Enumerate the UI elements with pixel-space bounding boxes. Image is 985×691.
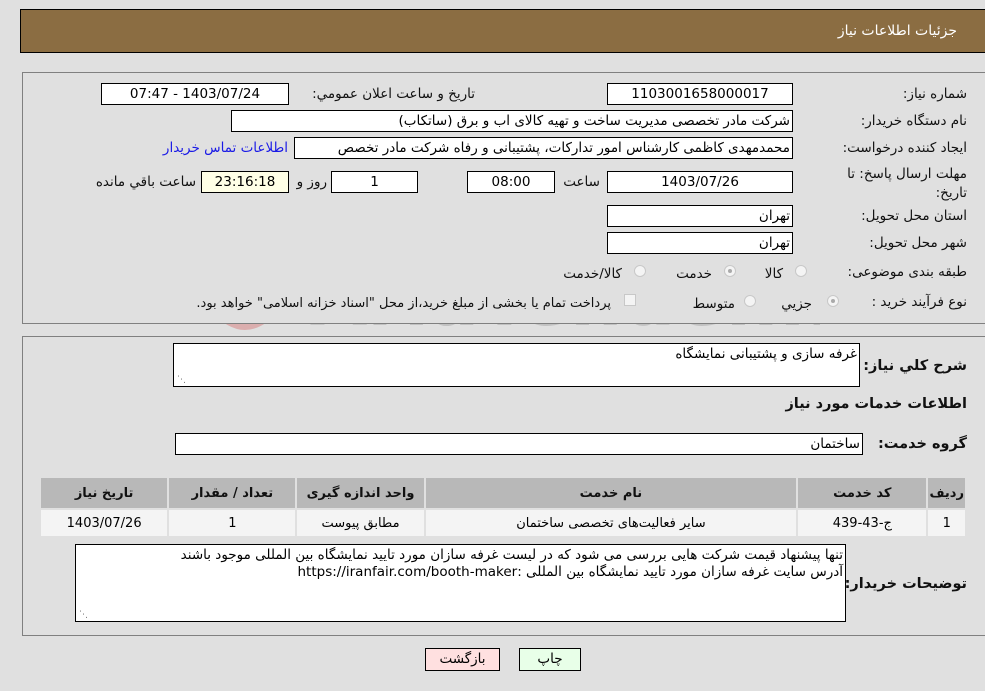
province-field: تهران: [607, 205, 793, 227]
buyer-org-field: شرکت مادر تخصصی مدیریت ساخت و تهیه کالای…: [231, 110, 793, 132]
requester-field: محمدمهدی کاظمی کارشناس امور تدارکات، پشت…: [294, 137, 793, 159]
buyer-notes-line1: تنها پیشنهاد قیمت شرکت هایی بررسی می شود…: [180, 547, 843, 563]
page-title: جزئیات اطلاعات نیاز: [837, 23, 957, 39]
services-section-title: اطلاعات خدمات مورد نياز: [785, 396, 967, 412]
deadline-time-label: ساعت: [563, 174, 600, 190]
process-medium-radio[interactable]: [744, 295, 756, 307]
description-label: شرح کلي نياز:: [863, 358, 967, 374]
services-table: رديف کد خدمت نام خدمت واحد اندازه گيری ت…: [39, 476, 967, 538]
treasury-checkbox[interactable]: [624, 294, 636, 306]
col-service-code: کد خدمت: [798, 478, 927, 508]
col-quantity: تعداد / مقدار: [169, 478, 296, 508]
col-service-name: نام خدمت: [425, 478, 797, 508]
cell-service-code: ج-43-439: [798, 510, 927, 536]
city-label: شهر محل تحويل:: [869, 235, 967, 251]
category-goods-service-label: کالا/خدمت: [563, 266, 622, 282]
services-table-wrap: رديف کد خدمت نام خدمت واحد اندازه گيری ت…: [39, 476, 967, 538]
buyer-org-label: نام دستگاه خريدار:: [860, 113, 967, 129]
table-row: 1 ج-43-439 سایر فعالیت‌های تخصصی ساختمان…: [41, 510, 965, 536]
back-button[interactable]: بازگشت: [425, 648, 500, 671]
buyer-notes-label: توضيحات خريدار:: [844, 576, 967, 592]
category-service-label: خدمت: [676, 266, 712, 282]
category-service-radio[interactable]: [724, 265, 736, 277]
need-number-label: شماره نیاز:: [902, 86, 967, 102]
deadline-time-field: 08:00: [467, 171, 555, 193]
buyer-notes-line2: آدرس سایت غرفه سازان مورد تایید نمایشگاه…: [297, 564, 843, 580]
process-medium-label: متوسط: [692, 296, 735, 312]
resize-grip-icon[interactable]: ⋰: [78, 610, 88, 620]
need-number-field: 1103001658000017: [607, 83, 793, 105]
print-button[interactable]: چاپ: [519, 648, 581, 671]
process-minor-label: جزيي: [781, 296, 812, 312]
resize-grip-icon[interactable]: ⋰: [176, 375, 186, 385]
category-label: طبقه بندی موضوعی:: [847, 264, 967, 280]
service-group-field: ساختمان: [175, 433, 863, 455]
requester-label: ايجاد کننده درخواست:: [842, 140, 967, 156]
col-row: رديف: [928, 478, 965, 508]
treasury-note: پرداخت تمام يا بخشی از مبلغ خريد،از محل …: [196, 296, 611, 311]
category-goods-service-radio[interactable]: [634, 265, 646, 277]
deadline-date-field: 1403/07/26: [607, 171, 793, 193]
col-need-date: تاريخ نياز: [41, 478, 168, 508]
col-unit: واحد اندازه گيری: [297, 478, 424, 508]
province-label: استان محل تحويل:: [861, 208, 967, 224]
cell-row: 1: [928, 510, 965, 536]
remaining-time-field: 23:16:18: [201, 171, 289, 193]
days-label: روز و: [296, 174, 327, 190]
service-group-label: گروه خدمت:: [877, 436, 967, 452]
process-minor-radio[interactable]: [827, 295, 839, 307]
page-header: جزئیات اطلاعات نیاز: [20, 9, 985, 53]
category-goods-label: کالا: [764, 266, 783, 282]
description-textarea[interactable]: غرفه سازی و پشتیبانی نمایشگاه ⋰: [173, 343, 860, 387]
buyer-contact-link[interactable]: اطلاعات تماس خريدار: [163, 140, 288, 156]
deadline-label: مهلت ارسال پاسخ: تا تاریخ:: [847, 166, 967, 201]
table-header-row: رديف کد خدمت نام خدمت واحد اندازه گيری ت…: [41, 478, 965, 508]
buyer-notes-textarea[interactable]: تنها پیشنهاد قیمت شرکت هایی بررسی می شود…: [75, 544, 846, 622]
description-text: غرفه سازی و پشتیبانی نمایشگاه: [675, 346, 857, 362]
purchase-process-label: نوع فرآيند خريد :: [871, 294, 967, 310]
cell-service-name: سایر فعالیت‌های تخصصی ساختمان: [425, 510, 797, 536]
category-goods-radio[interactable]: [795, 265, 807, 277]
cell-unit: مطابق پیوست: [297, 510, 424, 536]
remaining-time-label: ساعت باقي مانده: [95, 174, 196, 190]
remaining-days-field: 1: [331, 171, 418, 193]
cell-quantity: 1: [169, 510, 296, 536]
announce-datetime-field: 1403/07/24 - 07:47: [101, 83, 289, 105]
announce-datetime-label: تاریخ و ساعت اعلان عمومي:: [312, 86, 475, 102]
cell-need-date: 1403/07/26: [41, 510, 168, 536]
city-field: تهران: [607, 232, 793, 254]
